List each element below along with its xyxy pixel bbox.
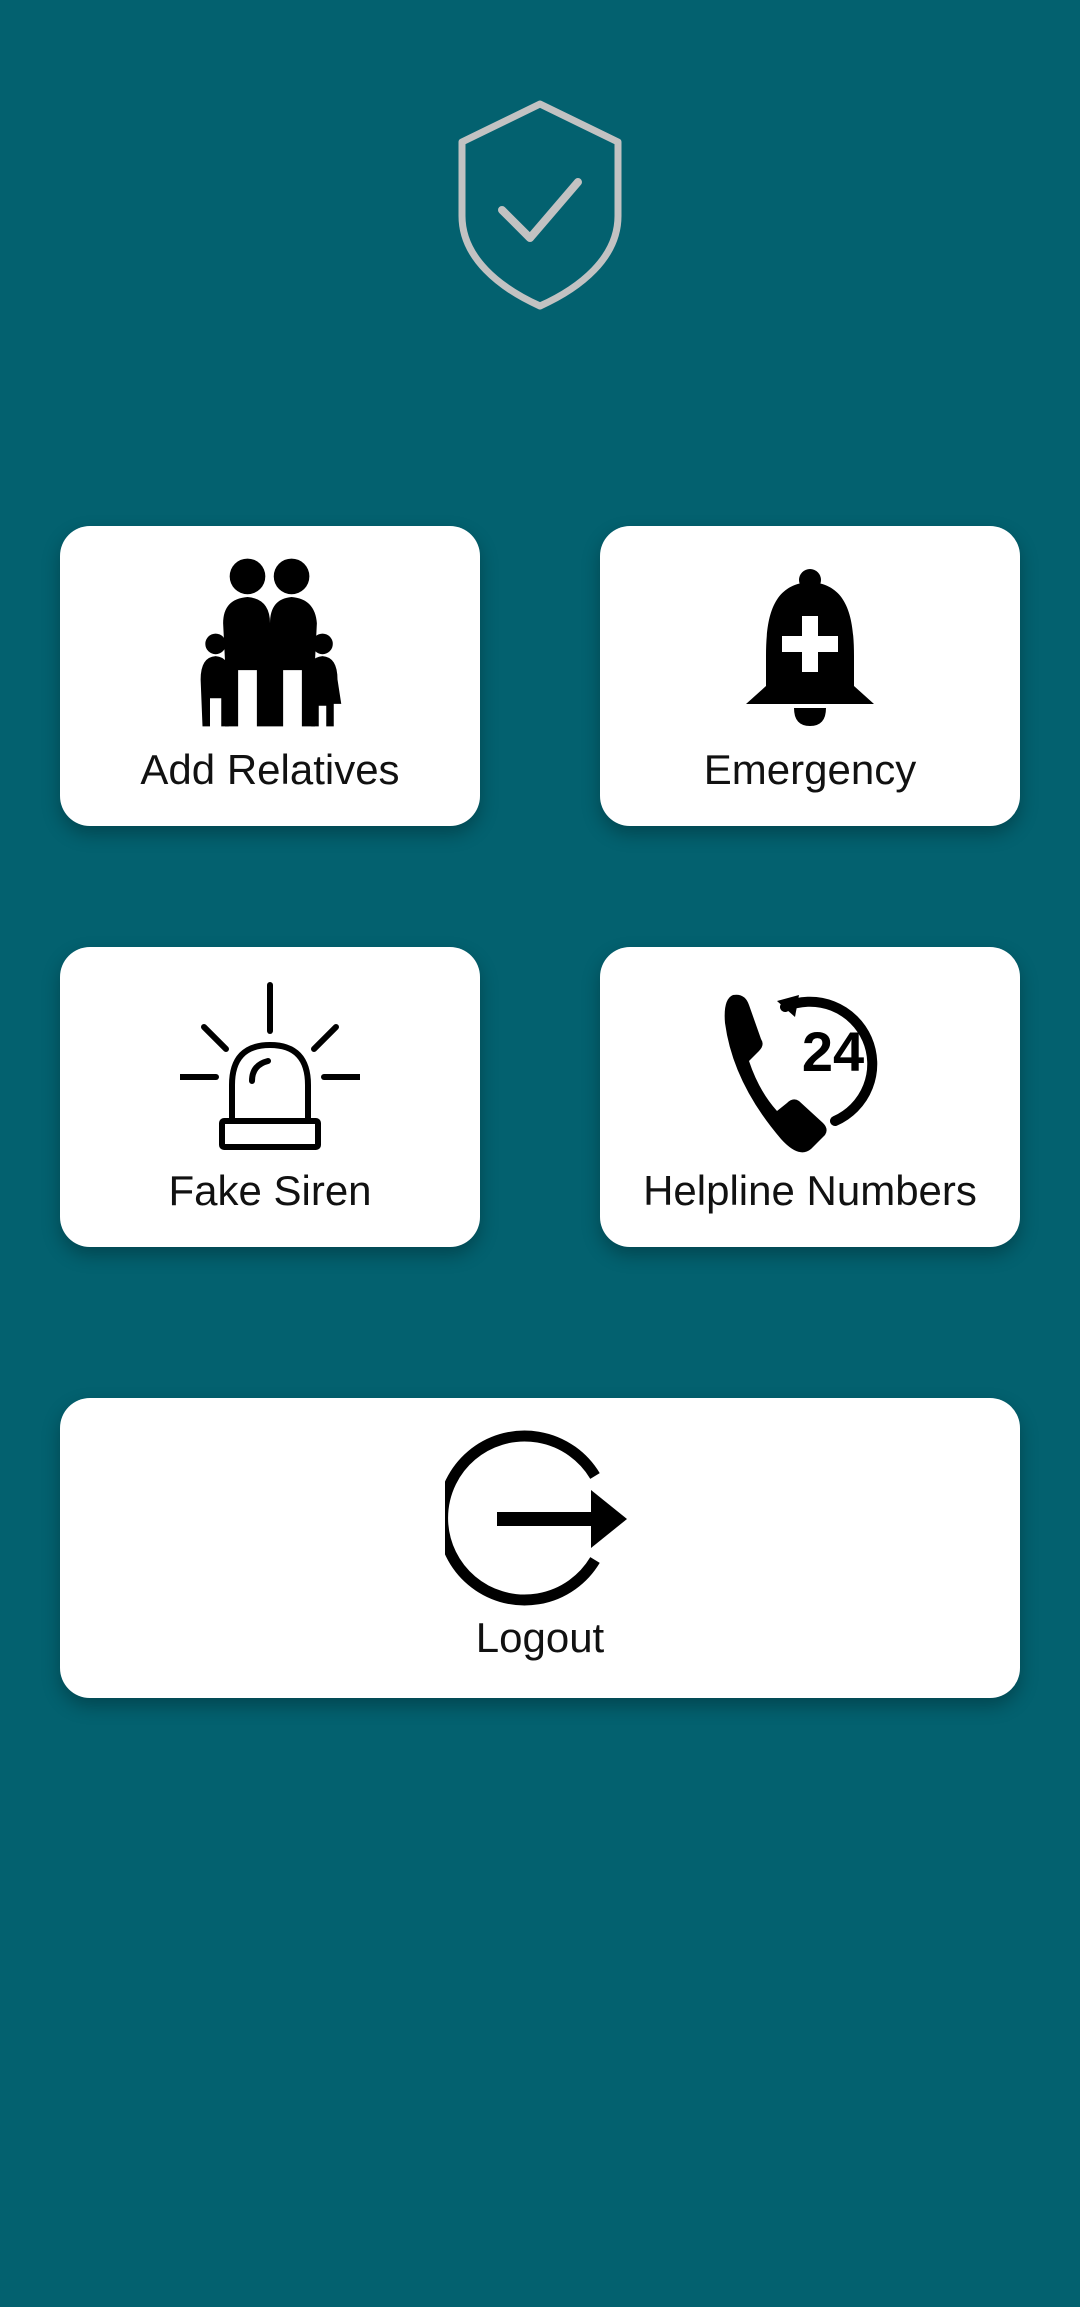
add-relatives-button[interactable]: Add Relatives [60,526,480,826]
family-icon [200,558,342,727]
emergency-label: Emergency [703,746,917,793]
logout-button[interactable]: Logout [60,1398,1020,1698]
helpline-numbers-button[interactable]: 24 Helpline Numbers [600,947,1020,1247]
svg-text:24: 24 [802,1020,864,1083]
logout-label: Logout [475,1614,605,1661]
logout-icon [445,1430,627,1606]
fake-siren-label: Fake Siren [168,1167,372,1214]
add-relatives-label: Add Relatives [140,746,400,793]
siren-icon [180,982,360,1150]
emergency-button[interactable]: Emergency [600,526,1020,826]
phone-24-icon: 24 [724,994,878,1153]
helpline-numbers-label: Helpline Numbers [643,1167,977,1214]
shield-check-icon [458,100,622,310]
fake-siren-button[interactable]: Fake Siren [60,947,480,1247]
emergency-bell-icon [746,569,874,726]
